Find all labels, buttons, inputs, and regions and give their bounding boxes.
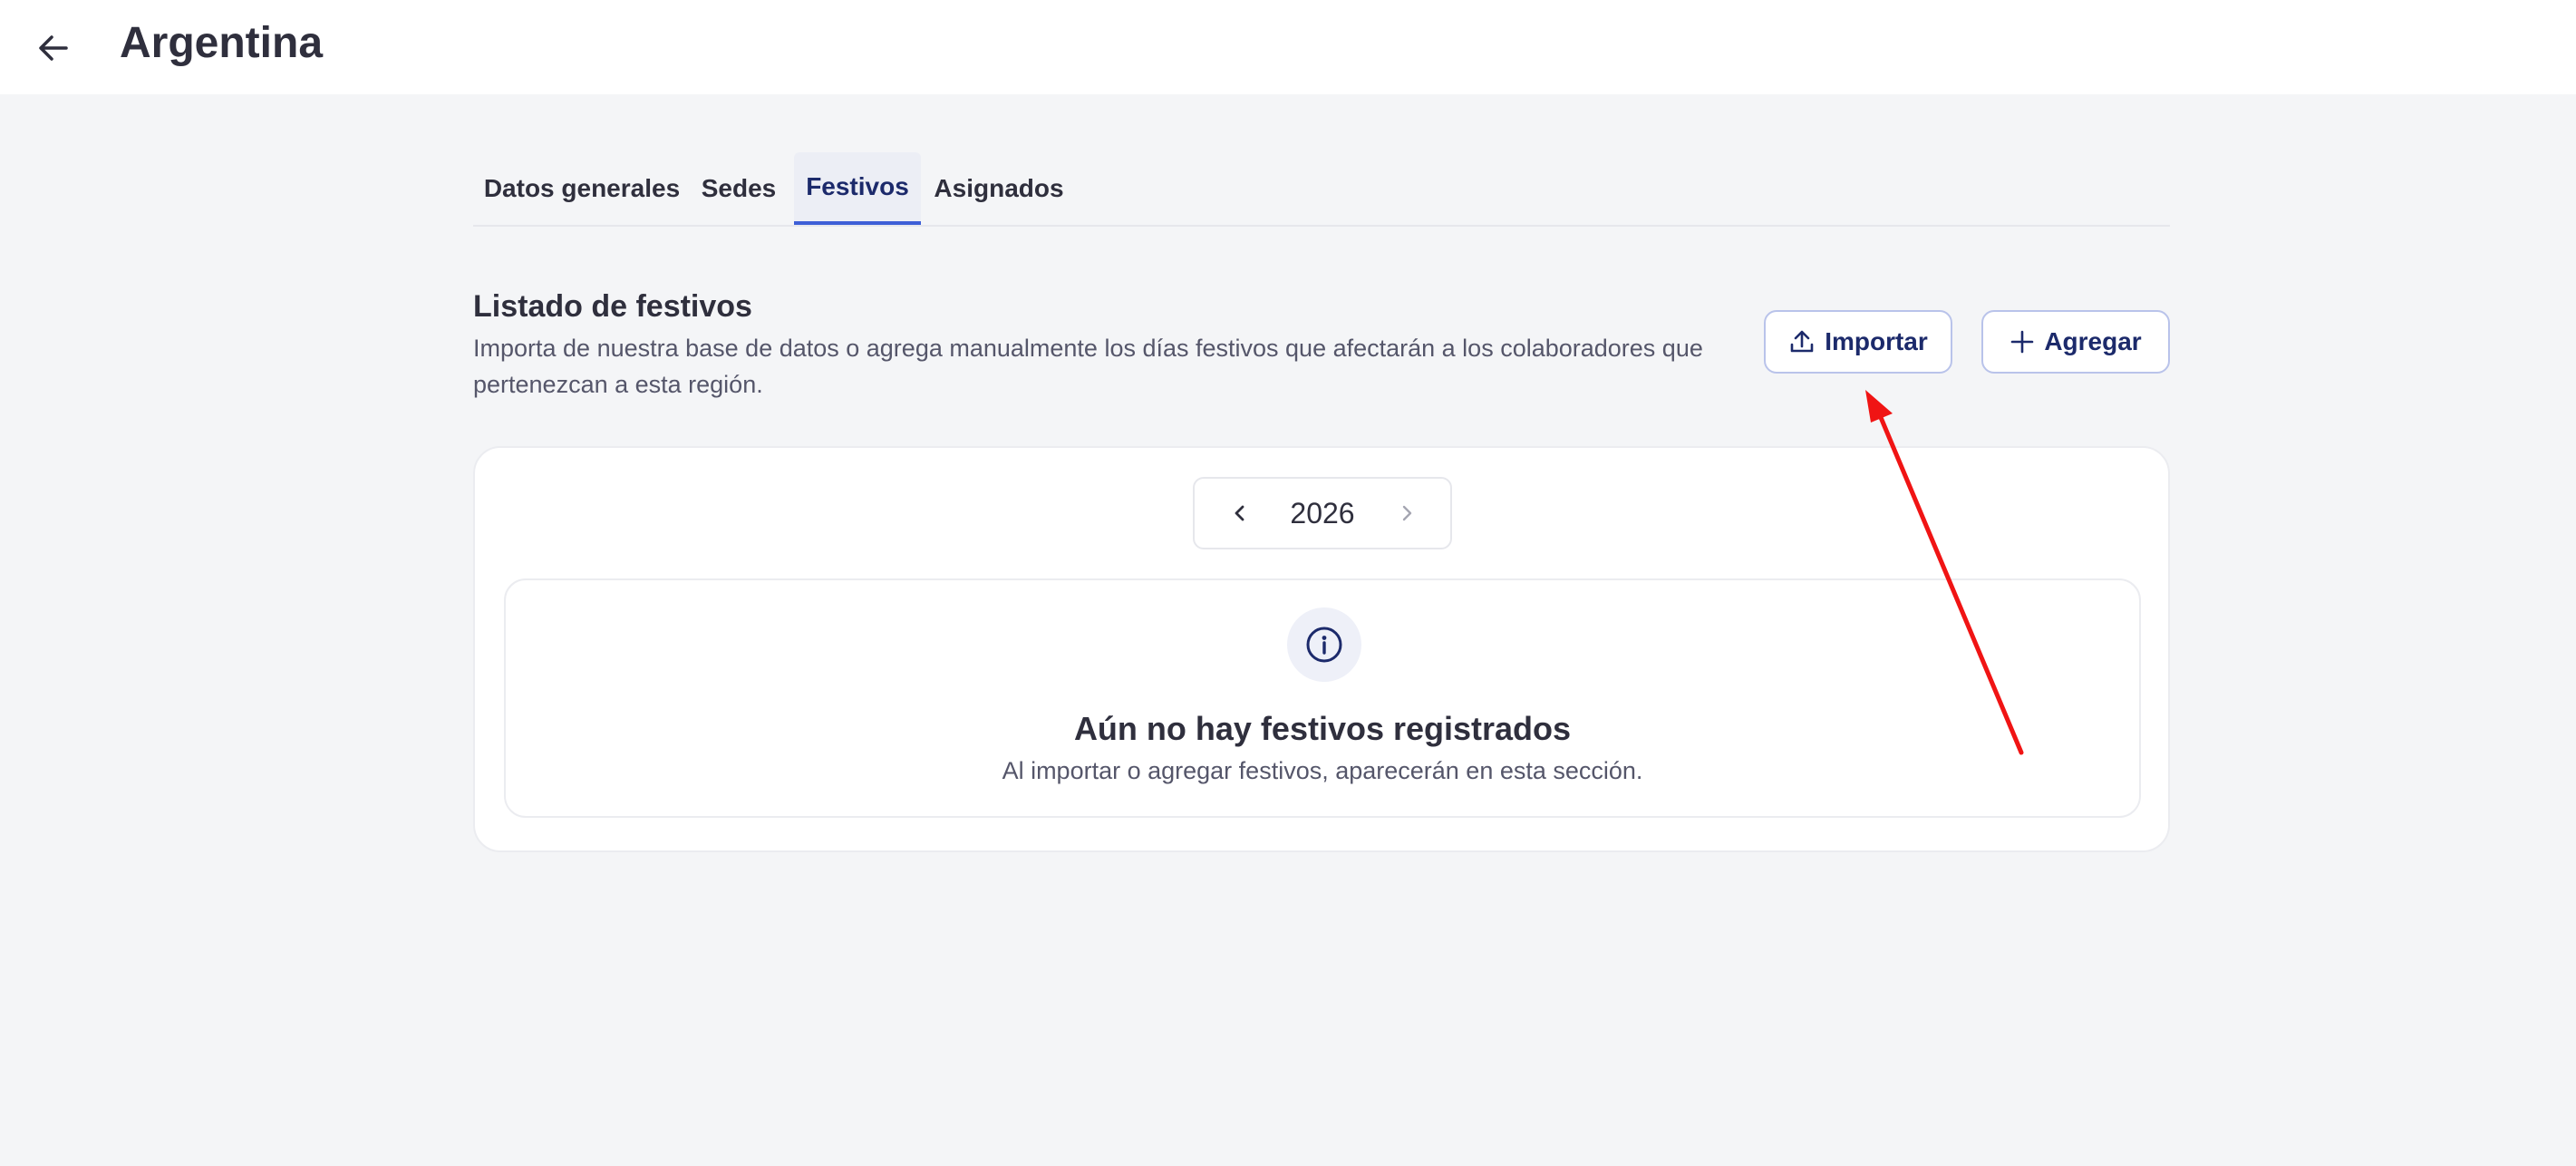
add-button-label: Agregar xyxy=(2044,327,2142,355)
chevron-right-icon xyxy=(1402,505,1412,521)
holidays-card: 2026 Aún no hay festivos registrados Al … xyxy=(473,446,2170,852)
section-title: Listado de festivos xyxy=(473,289,752,324)
empty-state-title: Aún no hay festivos registrados xyxy=(1073,710,1572,747)
arrow-left-icon xyxy=(39,35,68,61)
tab-sedes[interactable]: Sedes xyxy=(698,152,780,225)
empty-state-subtitle: Al importar o agregar festivos, aparecer… xyxy=(1002,757,1643,784)
previous-year-button[interactable] xyxy=(1218,491,1262,535)
info-badge xyxy=(1287,607,1361,682)
next-year-button[interactable] xyxy=(1385,491,1428,535)
plus-icon xyxy=(2011,330,2034,354)
tab-festivos[interactable]: Festivos xyxy=(794,152,921,225)
add-button[interactable]: Agregar xyxy=(1981,310,2170,374)
page-title: Argentina xyxy=(120,19,324,67)
back-button[interactable] xyxy=(24,18,83,78)
tab-datos-generales[interactable]: Datos generales xyxy=(473,152,691,225)
chevron-left-icon xyxy=(1235,505,1244,521)
year-picker: 2026 xyxy=(1193,477,1452,549)
tab-bar: Datos generales Sedes Festivos Asignados xyxy=(473,147,2170,227)
import-button-label: Importar xyxy=(1825,327,1928,355)
year-value: 2026 xyxy=(1290,496,1355,530)
upload-icon xyxy=(1790,330,1814,353)
import-button[interactable]: Importar xyxy=(1764,310,1952,374)
tab-asignados[interactable]: Asignados xyxy=(928,152,1070,225)
section-description: Importa de nuestra base de datos o agreg… xyxy=(473,335,1703,398)
top-bar: Argentina xyxy=(0,0,2576,94)
empty-state: Aún no hay festivos registrados Al impor… xyxy=(504,578,2141,818)
info-icon xyxy=(1306,627,1342,663)
